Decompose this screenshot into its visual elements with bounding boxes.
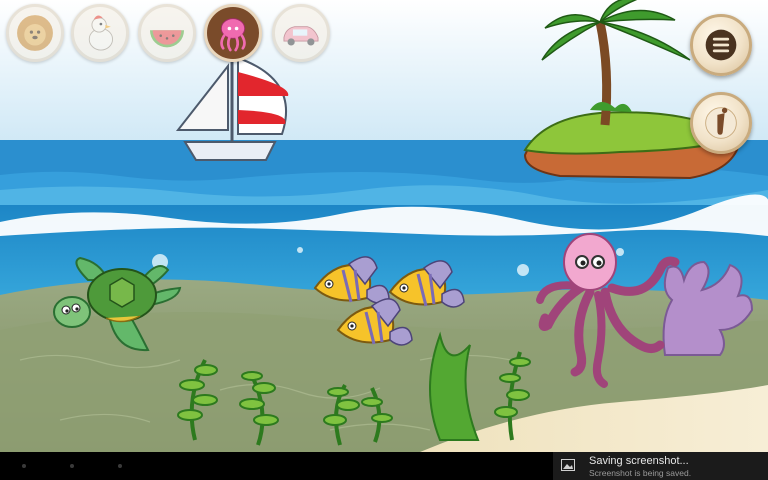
category-fruits-button[interactable] xyxy=(138,4,196,62)
watermelon-icon xyxy=(149,30,185,48)
notification-subtitle: Screenshot is being saved. xyxy=(589,468,692,478)
home-button[interactable] xyxy=(70,464,74,468)
car-icon xyxy=(283,26,319,46)
lion-icon xyxy=(17,15,53,51)
category-animals-button[interactable] xyxy=(6,4,64,62)
recents-button[interactable] xyxy=(118,464,122,468)
back-button[interactable] xyxy=(22,464,26,468)
screenshot-notification[interactable]: Saving screenshot... Screenshot is being… xyxy=(553,452,768,480)
notification-title: Saving screenshot... xyxy=(589,455,689,467)
info-button[interactable] xyxy=(690,92,752,154)
menu-button[interactable] xyxy=(690,14,752,76)
hamburger-menu-icon xyxy=(705,29,737,61)
category-vehicles-button[interactable] xyxy=(272,4,330,62)
info-icon xyxy=(705,107,737,139)
image-icon xyxy=(561,459,575,471)
rooster-icon xyxy=(88,15,113,51)
jellyfish-icon xyxy=(220,18,246,52)
category-sea-button[interactable] xyxy=(204,4,262,62)
category-farm-button[interactable] xyxy=(71,4,129,62)
underwater-scene xyxy=(0,0,768,452)
